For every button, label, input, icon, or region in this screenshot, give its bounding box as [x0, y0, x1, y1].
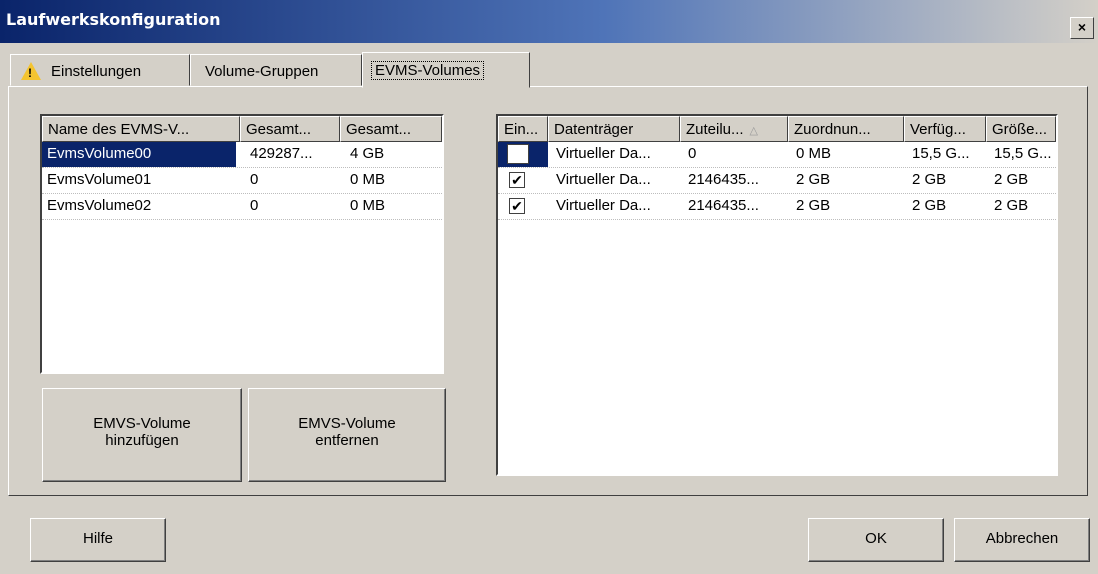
close-button[interactable]: × — [1070, 17, 1094, 39]
column-header-zuteilung[interactable]: Zuteilu... △ — [680, 116, 788, 142]
dialog-window: Laufwerkskonfiguration × ! Einstellungen… — [0, 0, 1098, 574]
mapping-cell: 0 MB — [796, 145, 832, 162]
tab-evms-volumes[interactable]: EVMS-Volumes — [362, 52, 530, 88]
column-header-verfuegbar[interactable]: Verfüg... — [904, 116, 986, 142]
column-header-ein[interactable]: Ein... — [498, 116, 548, 142]
tab-label: EVMS-Volumes — [371, 61, 485, 80]
header-label: Zuteilu... — [686, 121, 744, 138]
checked-checkbox-icon[interactable]: ✔ — [509, 198, 525, 214]
mapping-cell: 2 GB — [796, 197, 831, 214]
volume-name-cell: EvmsVolume01 — [47, 171, 152, 188]
table-row[interactable]: EvmsVolume02 0 0 MB — [42, 194, 442, 220]
enable-cell — [498, 142, 548, 167]
column-header-groesse[interactable]: Größe... — [986, 116, 1056, 142]
disk-name-cell: Virtueller Da... — [556, 171, 651, 188]
volume-name-cell: EvmsVolume00 — [42, 142, 236, 167]
available-cell: 2 GB — [912, 197, 947, 214]
sort-ascending-icon: △ — [749, 125, 758, 137]
volume-size-cell: 0 MB — [350, 171, 386, 188]
checked-checkbox-icon[interactable]: ✔ — [509, 172, 525, 188]
tab-label: Einstellungen — [51, 63, 142, 80]
column-header-name[interactable]: Name des EVMS-V... — [42, 116, 240, 142]
warning-icon: ! — [21, 62, 41, 80]
volume-size-cell: 0 — [250, 197, 259, 214]
enable-checkbox[interactable] — [507, 144, 529, 164]
enable-cell: ✔ — [498, 194, 548, 219]
size-cell: 2 GB — [994, 197, 1029, 214]
ok-button[interactable]: OK — [808, 518, 944, 562]
evms-volume-list[interactable]: Name des EVMS-V... Gesamt... Gesamt... E… — [40, 114, 444, 374]
volume-name-cell: EvmsVolume02 — [47, 197, 152, 214]
disk-name-cell: Virtueller Da... — [556, 197, 651, 214]
button-label: entfernen — [315, 432, 379, 449]
tab-label: Volume-Gruppen — [205, 63, 319, 80]
mapping-cell: 2 GB — [796, 171, 831, 188]
button-label: EMVS-Volume — [93, 415, 191, 432]
button-label: EMVS-Volume — [298, 415, 396, 432]
column-header-datentraeger[interactable]: Datenträger — [548, 116, 680, 142]
volume-size-cell: 0 — [250, 171, 259, 188]
help-button[interactable]: Hilfe — [30, 518, 166, 562]
table-row[interactable]: ✔ Virtueller Da... 2146435... 2 GB 2 GB … — [498, 168, 1056, 194]
volume-size-cell: 4 GB — [350, 145, 385, 162]
enable-cell: ✔ — [498, 168, 548, 193]
window-title: Laufwerkskonfiguration — [6, 10, 221, 29]
cancel-button[interactable]: Abbrechen — [954, 518, 1090, 562]
add-evms-volume-button[interactable]: EMVS-Volume hinzufügen — [42, 388, 242, 482]
disk-allocation-list[interactable]: Ein... Datenträger Zuteilu... △ Zuordnun.… — [496, 114, 1058, 476]
allocation-input[interactable]: 0 — [683, 142, 787, 167]
volume-size-cell: 429287... — [250, 145, 313, 162]
table-row[interactable]: ✔ Virtueller Da... 2146435... 2 GB 2 GB … — [498, 194, 1056, 220]
size-cell: 2 GB — [994, 171, 1029, 188]
size-cell: 15,5 G... — [994, 145, 1052, 162]
table-row[interactable]: EvmsVolume00 429287... 4 GB — [42, 142, 442, 168]
table-row[interactable]: EvmsVolume01 0 0 MB — [42, 168, 442, 194]
table-row[interactable]: Virtueller Da... 0 0 MB 15,5 G... 15,5 G… — [498, 142, 1056, 168]
remove-evms-volume-button[interactable]: EMVS-Volume entfernen — [248, 388, 446, 482]
column-header-gesamt-2[interactable]: Gesamt... — [340, 116, 442, 142]
title-bar[interactable]: Laufwerkskonfiguration × — [0, 0, 1098, 43]
tab-einstellungen[interactable]: ! Einstellungen — [10, 54, 190, 86]
allocation-input[interactable]: 2146435... — [683, 168, 787, 193]
column-header-gesamt-1[interactable]: Gesamt... — [240, 116, 340, 142]
available-cell: 15,5 G... — [912, 145, 970, 162]
available-cell: 2 GB — [912, 171, 947, 188]
button-label: hinzufügen — [105, 432, 179, 449]
tab-volume-gruppen[interactable]: Volume-Gruppen — [190, 54, 362, 86]
allocation-input[interactable]: 2146435... — [683, 194, 787, 219]
disk-name-cell: Virtueller Da... — [556, 145, 651, 162]
column-header-zuordnung[interactable]: Zuordnun... — [788, 116, 904, 142]
volume-size-cell: 0 MB — [350, 197, 386, 214]
